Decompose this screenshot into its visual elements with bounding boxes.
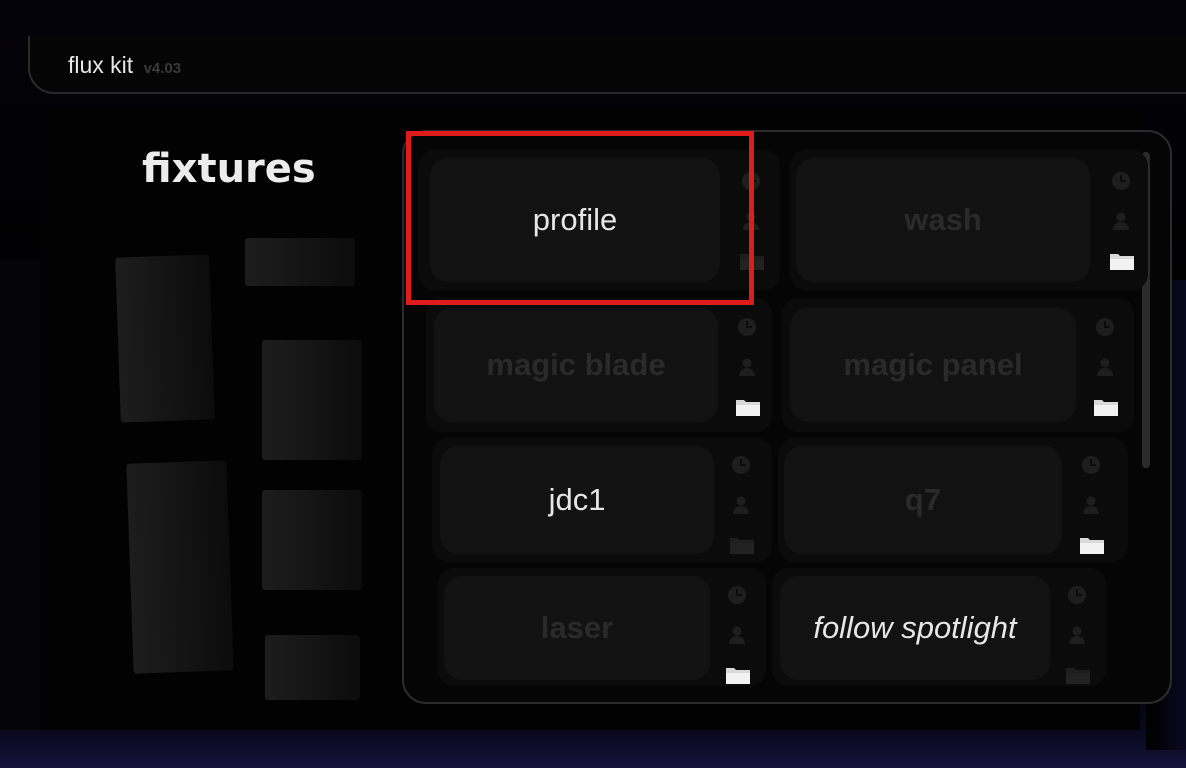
section-title: fixtures	[142, 146, 316, 192]
fixture-button-jdc1[interactable]: jdc1	[440, 446, 714, 554]
clock-icon[interactable]	[1094, 316, 1116, 338]
person-icon[interactable]	[1080, 494, 1102, 516]
fixture-button-q7[interactable]: q7	[784, 446, 1062, 554]
fixture-button-wash[interactable]: wash	[796, 158, 1090, 282]
folder-icon[interactable]	[728, 534, 756, 556]
clock-icon[interactable]	[730, 454, 752, 476]
folder-icon[interactable]	[1064, 664, 1092, 686]
folder-icon[interactable]	[738, 250, 766, 272]
clock-icon[interactable]	[736, 316, 758, 338]
fixture-silhouettes	[90, 230, 390, 710]
person-icon[interactable]	[736, 356, 758, 378]
folder-icon[interactable]	[1108, 250, 1136, 272]
person-icon[interactable]	[1094, 356, 1116, 378]
person-icon[interactable]	[1066, 624, 1088, 646]
app-version: v4.03	[143, 60, 182, 77]
clock-icon[interactable]	[1066, 584, 1088, 606]
app-name: flux kit	[68, 52, 134, 78]
person-icon[interactable]	[730, 494, 752, 516]
fixture-button-laser[interactable]: laser	[444, 576, 710, 680]
person-icon[interactable]	[726, 624, 748, 646]
fixture-button-follow-spotlight[interactable]: follow spotlight	[780, 576, 1050, 680]
fixture-button-magic-blade[interactable]: magic blade	[434, 308, 718, 422]
person-icon[interactable]	[740, 210, 762, 232]
folder-icon[interactable]	[1092, 396, 1120, 418]
clock-icon[interactable]	[726, 584, 748, 606]
folder-icon[interactable]	[1078, 534, 1106, 556]
clock-icon[interactable]	[1110, 170, 1132, 192]
fixture-button-magic-panel[interactable]: magic panel	[790, 308, 1076, 422]
person-icon[interactable]	[1110, 210, 1132, 232]
folder-icon[interactable]	[734, 396, 762, 418]
folder-icon[interactable]	[724, 664, 752, 686]
clock-icon[interactable]	[740, 170, 762, 192]
fixture-button-profile[interactable]: profile	[430, 158, 720, 282]
title-bar: flux kit v4.03	[28, 36, 1186, 94]
app-title: flux kit v4.03	[68, 52, 181, 79]
clock-icon[interactable]	[1080, 454, 1102, 476]
